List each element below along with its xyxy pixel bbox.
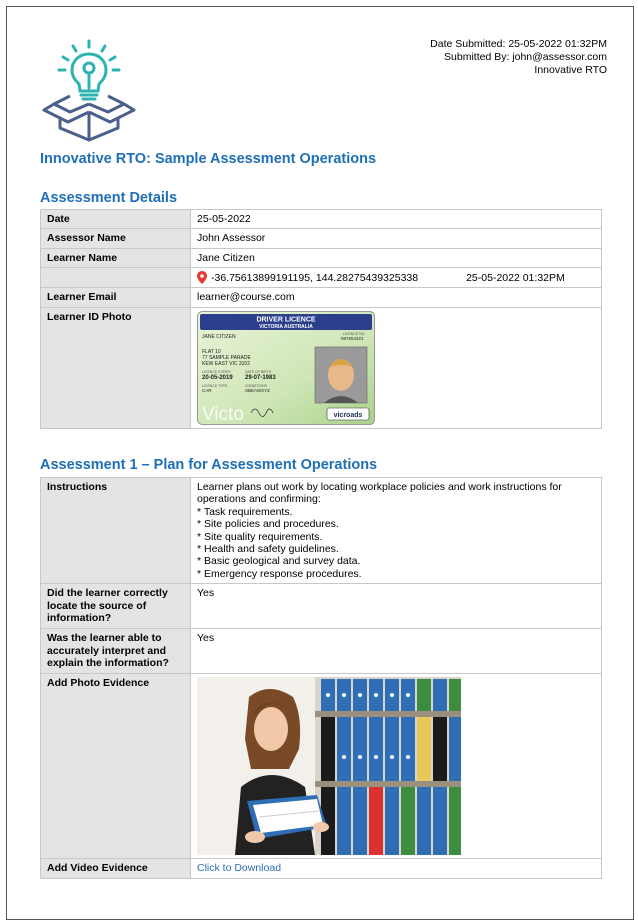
question-1-answer: Yes [190, 583, 602, 630]
gps-coordinates: -36.75613899191195, 144.28275439325338 [211, 271, 419, 284]
table-row: Assessor Name John Assessor [40, 228, 602, 249]
learner-id-photo-label: Learner ID Photo [40, 306, 191, 429]
learner-email-value: learner@course.com [190, 287, 602, 308]
driver-licence-image[interactable]: DRIVER LICENCE VICTORIA AUSTRALIA JANE C… [197, 310, 375, 425]
instruction-item: * Site quality requirements. [197, 530, 323, 543]
video-evidence-label: Add Video Evidence [40, 858, 191, 879]
licence-name: JANE CITIZEN [202, 334, 236, 340]
licence-expiry: 20-05-2019 [202, 375, 233, 381]
instructions-label: Instructions [40, 476, 191, 585]
assessor-value: John Assessor [190, 228, 602, 249]
table-row: Add Video Evidence Click to Download [40, 858, 602, 879]
instruction-item: * Emergency response procedures. [197, 567, 362, 580]
instructions-intro: Learner plans out work by locating workp… [197, 481, 565, 506]
date-value: 25-05-2022 [190, 208, 602, 230]
table-row: Instructions Learner plans out work by l… [40, 476, 602, 585]
assessor-label: Assessor Name [40, 228, 191, 249]
table-row: -36.75613899191195, 144.28275439325338 2… [40, 267, 602, 289]
licence-expiry-label: LICENCE EXPIRY [202, 370, 232, 374]
table-row: Add Photo Evidence [40, 673, 602, 860]
table-row: Learner Email learner@course.com [40, 287, 602, 308]
video-evidence-cell: Click to Download [190, 858, 602, 879]
assessment-1-heading: Assessment 1 – Plan for Assessment Opera… [40, 457, 378, 473]
table-row: Did the learner correctly locate the sou… [40, 583, 602, 630]
photo-evidence-image[interactable] [197, 677, 461, 856]
table-row: Was the learner able to accurately inter… [40, 628, 602, 675]
gps-cell: -36.75613899191195, 144.28275439325338 2… [190, 267, 602, 289]
assessment-1-table: Instructions Learner plans out work by l… [40, 476, 602, 879]
instruction-item: * Site policies and procedures. [197, 518, 339, 531]
learner-email-label: Learner Email [40, 287, 191, 308]
licence-type: CAR [202, 388, 212, 393]
question-2-label: Was the learner able to accurately inter… [40, 628, 191, 675]
date-label: Date [40, 208, 191, 230]
licence-no: 987654321 [341, 336, 364, 341]
assessment-details-table: Date 25-05-2022 Assessor Name John Asses… [40, 208, 602, 429]
learner-name-label: Learner Name [40, 247, 191, 269]
licence-title: DRIVER LICENCE [256, 316, 315, 323]
vicroads-logo: vicroads [334, 412, 363, 419]
question-1-label: Did the learner correctly locate the sou… [40, 583, 191, 630]
submitted-by: Submitted By: john@assessor.com [444, 51, 607, 63]
learner-id-photo-cell: DRIVER LICENCE VICTORIA AUSTRALIA JANE C… [190, 306, 602, 429]
lightbulb-box-logo-icon [42, 39, 136, 142]
licence-subtitle: VICTORIA AUSTRALIA [259, 324, 313, 330]
table-row: Date 25-05-2022 [40, 208, 602, 230]
photo-evidence-label: Add Photo Evidence [40, 673, 191, 860]
licence-dob: 29-07-1983 [245, 375, 276, 381]
download-video-link[interactable]: Click to Download [197, 862, 281, 874]
gps-timestamp: 25-05-2022 01:32PM [466, 271, 565, 284]
organisation-name: Innovative RTO [534, 64, 607, 76]
document-title: Innovative RTO: Sample Assessment Operat… [40, 151, 377, 167]
licence-address-3: KEW EAST VIC 3102 [202, 361, 250, 367]
instruction-item: * Basic geological and survey data. [197, 555, 361, 568]
date-submitted: Date Submitted: 25-05-2022 01:32PM [430, 38, 607, 50]
licence-dob-label: DATE OF BIRTH [245, 370, 272, 374]
licence-conditions: SBEAWXYZ [245, 388, 270, 393]
assessment-details-heading: Assessment Details [40, 190, 178, 206]
instruction-item: * Task requirements. [197, 505, 293, 518]
location-pin-icon [197, 271, 207, 285]
licence-footer-text: Victo [202, 404, 244, 425]
instructions-cell: Learner plans out work by locating workp… [190, 476, 602, 585]
gps-label [40, 267, 191, 289]
instruction-item: * Health and safety guidelines. [197, 543, 339, 556]
submission-meta: Date Submitted: 25-05-2022 01:32PM Submi… [430, 38, 607, 77]
photo-evidence-cell [190, 673, 602, 860]
question-2-answer: Yes [190, 628, 602, 675]
table-row: Learner ID Photo DRIVER LICENCE VICTORIA… [40, 306, 602, 429]
learner-name-value: Jane Citizen [190, 247, 602, 269]
table-row: Learner Name Jane Citizen [40, 247, 602, 269]
